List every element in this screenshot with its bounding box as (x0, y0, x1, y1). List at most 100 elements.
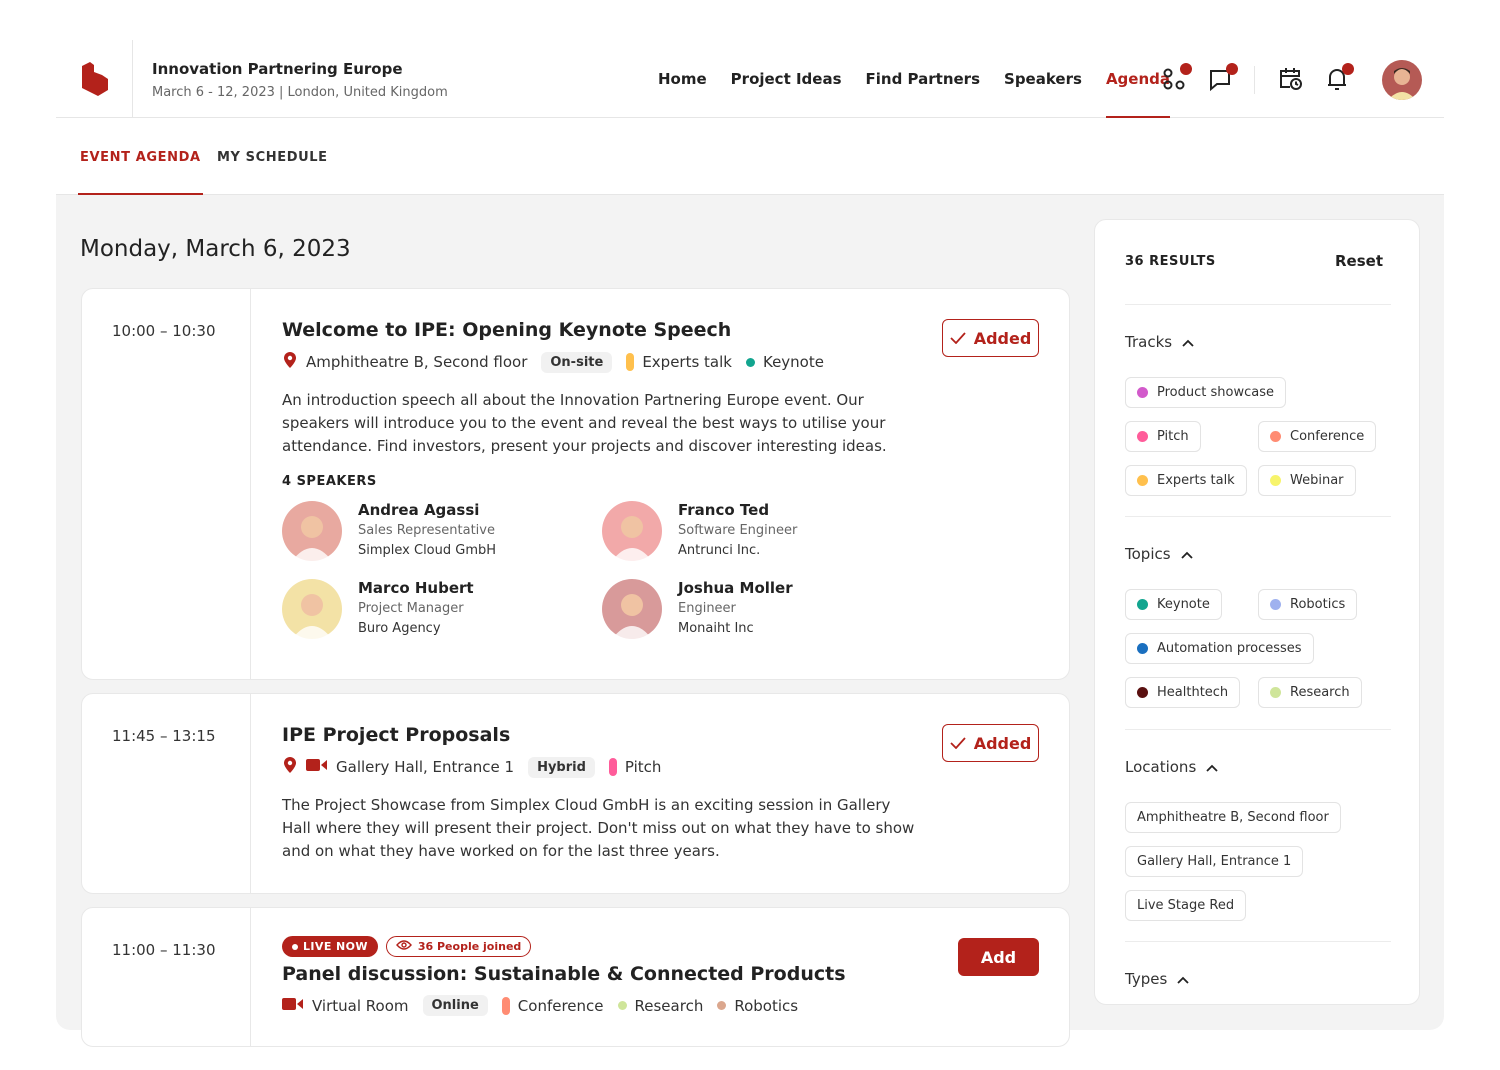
event-meta: Gallery Hall, Entrance 1 Hybrid Pitch (282, 756, 922, 778)
speaker-name: Franco Ted (678, 501, 770, 519)
event-card: 11:00 – 11:30 LIVE NOW 36 People joined Pan… (81, 907, 1070, 1047)
chip-label: Pitch (1157, 429, 1189, 444)
chat-icon[interactable] (1208, 63, 1238, 92)
filter-chip[interactable]: Automation processes (1125, 633, 1314, 664)
filter-chip[interactable]: Keynote (1125, 589, 1222, 620)
format-pill: On-site (541, 351, 613, 373)
filter-section-header[interactable]: Topics (1125, 545, 1391, 563)
speaker-info: Marco Hubert Project Manager Buro Agency (358, 579, 474, 639)
apps-icon[interactable] (1162, 63, 1192, 92)
filter-chip[interactable]: Product showcase (1125, 377, 1286, 408)
chip-label: Live Stage Red (1137, 898, 1235, 913)
section-title: Types (1125, 970, 1168, 988)
meta-text: Gallery Hall, Entrance 1 (336, 758, 515, 776)
chevron-up-icon (1177, 970, 1189, 988)
filter-chips: Product showcase Pitch Conference Experts t… (1125, 377, 1391, 496)
speaker[interactable]: Joshua Moller Engineer Monaiht Inc (602, 579, 922, 639)
filter-section-header[interactable]: Locations (1125, 758, 1391, 776)
chip-label: Conference (1290, 429, 1365, 444)
meta-text: Conference (517, 996, 604, 1015)
speaker-role: Engineer (678, 601, 736, 616)
filter-chip[interactable]: Amphitheatre B, Second floor (1125, 802, 1341, 833)
filter-chip[interactable]: Experts talk (1125, 465, 1247, 496)
event-logo[interactable] (80, 62, 110, 96)
chip-label: Webinar (1290, 473, 1344, 488)
speaker-avatar[interactable] (282, 579, 342, 639)
location-pin-icon (282, 351, 298, 373)
nav-speakers[interactable]: Speakers (1004, 70, 1082, 88)
meta-item: Research (617, 997, 703, 1015)
time-divider (250, 289, 251, 679)
event-description: An introduction speech all about the Inn… (282, 391, 887, 455)
speaker-avatar[interactable] (602, 579, 662, 639)
event-description: The Project Showcase from Simplex Cloud … (282, 796, 915, 860)
chip-color-dot (1137, 387, 1148, 398)
nav-project-ideas[interactable]: Project Ideas (731, 70, 842, 88)
speaker-info: Andrea Agassi Sales Representative Simplex… (358, 501, 496, 561)
chip-color-dot (1270, 431, 1281, 442)
filter-chip[interactable]: Webinar (1258, 465, 1356, 496)
meta-item: Gallery Hall, Entrance 1 (282, 756, 514, 778)
chip-color-dot (1137, 687, 1148, 698)
filter-chip[interactable]: Healthtech (1125, 677, 1241, 708)
results-count: 36 RESULTS (1125, 254, 1216, 269)
reset-button[interactable]: Reset (1335, 252, 1383, 270)
speaker[interactable]: Franco Ted Software Engineer Antrunci Inc. (602, 501, 922, 561)
added-button[interactable]: Added (942, 724, 1039, 762)
date-heading: Monday, March 6, 2023 (80, 236, 351, 262)
video-camera-icon (306, 758, 328, 776)
filter-section-locations: Locations Amphitheatre B, Second floor Gal… (1125, 729, 1391, 921)
bell-icon[interactable] (1324, 63, 1354, 92)
chip-label: Research (1290, 685, 1350, 700)
meta-item: Robotics (717, 997, 798, 1015)
meta-text: Pitch (624, 758, 662, 776)
event-time: 11:00 – 11:30 (112, 941, 216, 959)
event-title: IPE Project Proposals (282, 724, 511, 746)
time-divider (250, 908, 251, 1046)
button-label: Added (973, 733, 1032, 753)
button-label: Add (980, 947, 1017, 967)
speaker[interactable]: Andrea Agassi Sales Representative Simplex… (282, 501, 602, 561)
filter-chips: Keynote Robotics Automation processes Healt… (1125, 589, 1391, 708)
location-pin-icon (282, 756, 298, 778)
filter-section-header[interactable]: Tracks (1125, 333, 1391, 351)
filter-section-header[interactable]: Types (1125, 970, 1391, 988)
check-icon (950, 329, 966, 348)
topic-color-dot (717, 1001, 727, 1010)
speaker[interactable]: Marco Hubert Project Manager Buro Agency (282, 579, 602, 639)
event-meta: Amphitheatre B, Second floor On-site Exper… (282, 351, 922, 373)
added-button[interactable]: Added (942, 319, 1039, 357)
chip-color-dot (1270, 687, 1281, 698)
chip-label: Automation processes (1157, 641, 1302, 656)
event-card: 11:45 – 13:15 IPE Project Proposals Galler… (81, 693, 1070, 894)
tab-my-schedule[interactable]: MY SCHEDULE (217, 150, 328, 165)
event-subtitle: March 6 - 12, 2023 | London, United King… (152, 85, 448, 100)
chip-color-dot (1137, 643, 1148, 654)
chip-color-dot (1137, 599, 1148, 610)
section-title: Tracks (1125, 333, 1173, 351)
speaker-list: Andrea Agassi Sales Representative Simplex… (282, 501, 922, 639)
nav-find-partners[interactable]: Find Partners (866, 70, 981, 88)
speaker-company: Monaiht Inc (678, 621, 754, 636)
event-title: Innovation Partnering Europe (152, 60, 403, 78)
speaker-avatar[interactable] (282, 501, 342, 561)
event-meta: Virtual Room Online Conference Research Robo… (282, 995, 922, 1016)
calendar-clock-icon[interactable] (1278, 66, 1304, 92)
filter-chip[interactable]: Robotics (1258, 589, 1358, 620)
filter-chip[interactable]: Conference (1258, 421, 1377, 452)
chip-label: Amphitheatre B, Second floor (1137, 810, 1329, 825)
user-avatar[interactable] (1382, 60, 1422, 100)
add-button[interactable]: Add (958, 938, 1039, 976)
event-title: Panel discussion: Sustainable & Connecte… (282, 963, 846, 985)
filter-chip[interactable]: Research (1258, 677, 1362, 708)
top-header: Innovation Partnering Europe March 6 - 1… (56, 40, 1444, 118)
filter-chip[interactable]: Live Stage Red (1125, 890, 1247, 921)
speaker-role: Software Engineer (678, 523, 798, 538)
tab-event-agenda[interactable]: EVENT AGENDA (78, 150, 203, 195)
speaker-avatar[interactable] (602, 501, 662, 561)
filter-chip[interactable]: Gallery Hall, Entrance 1 (1125, 846, 1304, 877)
filter-chip[interactable]: Pitch (1125, 421, 1201, 452)
nav-home[interactable]: Home (658, 70, 707, 88)
nav-agenda[interactable]: Agenda (1105, 70, 1171, 118)
event-card: 10:00 – 10:30 Welcome to IPE: Opening Key… (81, 288, 1070, 680)
